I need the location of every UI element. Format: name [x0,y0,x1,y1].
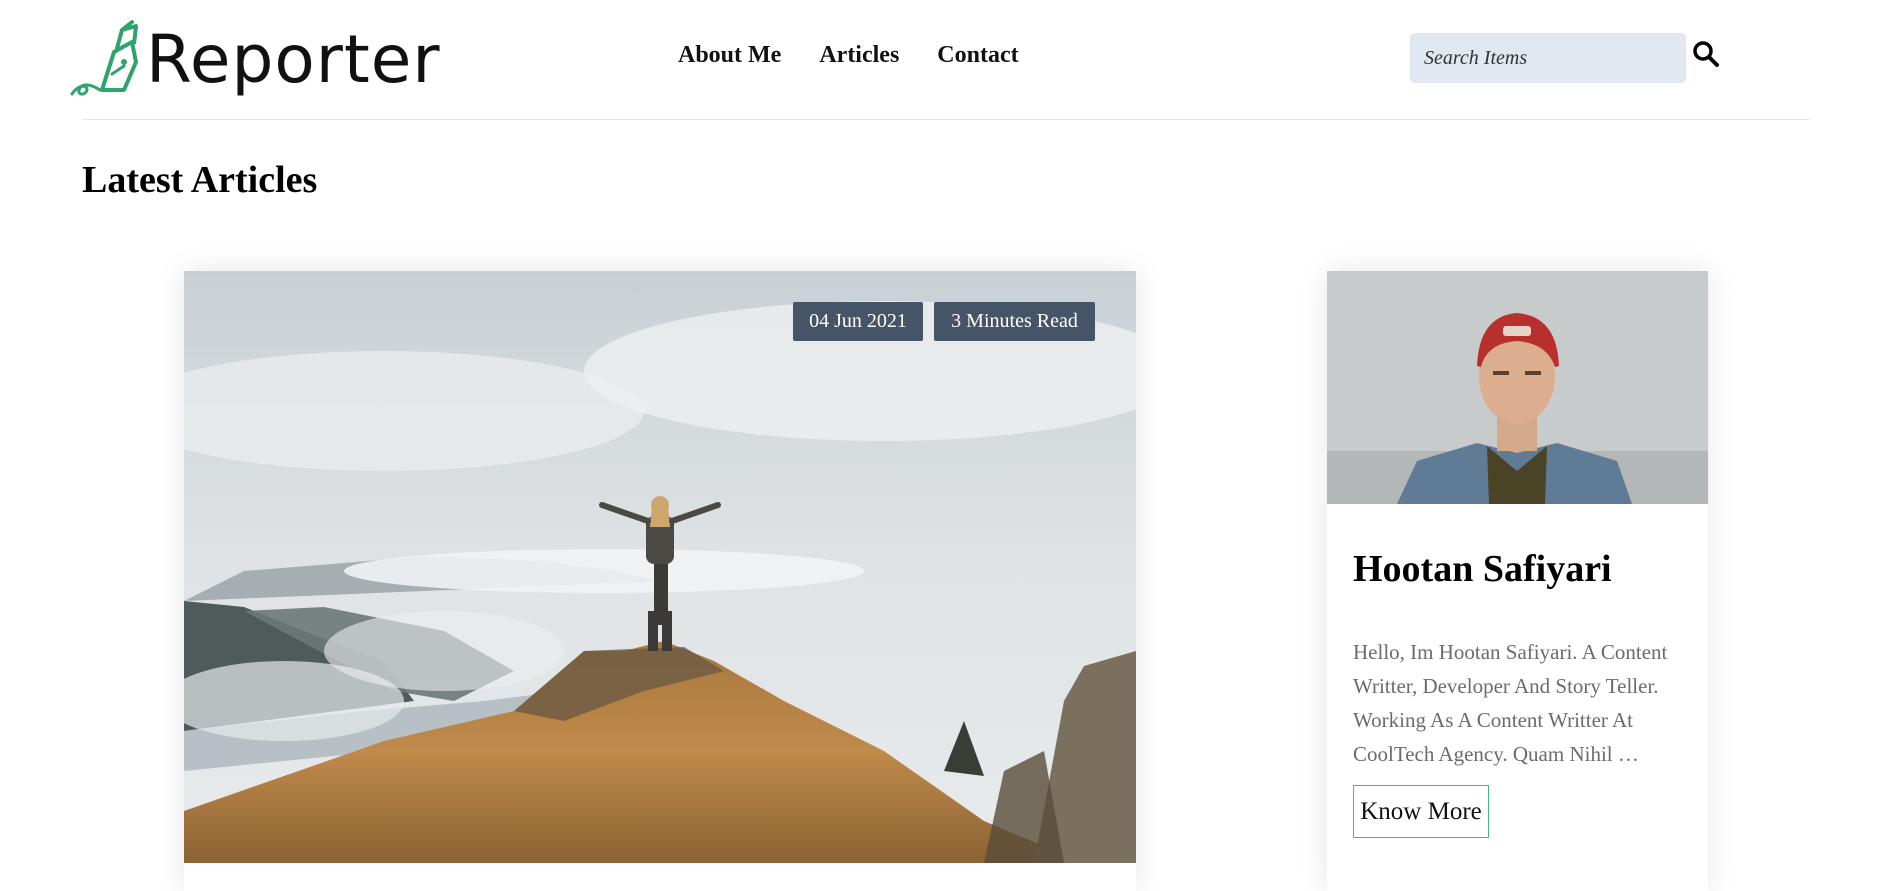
header-divider [82,119,1810,120]
know-more-button[interactable]: Know More [1353,785,1489,838]
pen-nib-logo-icon [70,20,138,96]
nav-item-contact[interactable]: Contact [937,42,1018,69]
article-card[interactable]: 04 Jun 2021 3 Minutes Read [184,271,1136,891]
nav-item-about-me[interactable]: About Me [678,42,781,69]
author-bio: Hello, Im Hootan Safiyari. A Content Wri… [1353,640,1668,766]
search-box [1410,33,1686,83]
woman-on-mountain-summit-photo [184,271,1136,863]
author-photo [1327,271,1708,504]
nav-item-articles[interactable]: Articles [819,42,899,69]
man-in-red-cap-portrait [1327,271,1708,504]
read-time-badge: 3 Minutes Read [934,302,1095,341]
article-image[interactable]: 04 Jun 2021 3 Minutes Read [184,271,1136,863]
site-header: Reporter About Me Articles Contact [0,0,1885,121]
site-logo[interactable]: Reporter [66,14,446,104]
author-card: Hootan Safiyari Hello, Im Hootan Safiyar… [1327,271,1708,891]
search-input[interactable] [1422,45,1676,71]
search-icon[interactable] [1692,40,1720,68]
article-date-badge: 04 Jun 2021 [793,302,923,341]
main-nav: About Me Articles Contact [678,42,1057,69]
section-title: Latest Articles [82,159,318,201]
author-name: Hootan Safiyari [1353,548,1612,590]
logo-text: Reporter [146,20,441,98]
